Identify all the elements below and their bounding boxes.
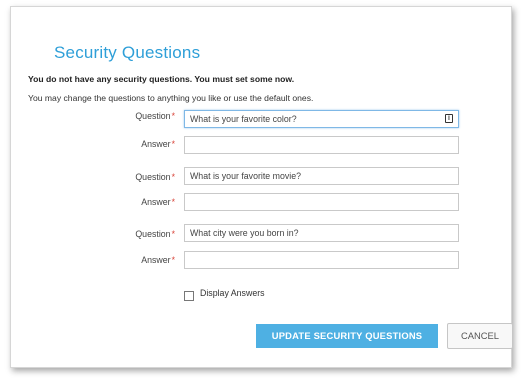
notice-text: You do not have any security questions. …: [28, 74, 295, 84]
question-label-text: Question: [135, 229, 171, 239]
question-2-input[interactable]: What is your favorite movie?: [184, 167, 459, 185]
answer-label-text: Answer: [141, 197, 171, 207]
required-marker: *: [171, 172, 175, 182]
question-2-value: What is your favorite movie?: [190, 171, 301, 181]
answer-label-text: Answer: [141, 255, 171, 265]
required-marker: *: [171, 229, 175, 239]
question-1-value: What is your favorite color?: [190, 114, 297, 124]
required-marker: *: [171, 111, 175, 121]
hint-text: You may change the questions to anything…: [28, 93, 314, 103]
answer-2-label: Answer*: [25, 197, 175, 207]
required-marker: *: [171, 197, 175, 207]
cancel-button[interactable]: CANCEL: [447, 323, 513, 349]
question-3-input[interactable]: What city were you born in?: [184, 224, 459, 242]
display-answers-checkbox[interactable]: [184, 291, 194, 301]
answer-2-input[interactable]: [184, 193, 459, 211]
answer-3-input[interactable]: [184, 251, 459, 269]
text-cursor-icon: I: [445, 114, 453, 123]
page-title: Security Questions: [54, 43, 201, 62]
question-label-text: Question: [135, 111, 171, 121]
question-2-label: Question*: [25, 172, 175, 182]
required-marker: *: [171, 139, 175, 149]
question-1-input[interactable]: What is your favorite color? I: [184, 110, 459, 128]
display-answers-label[interactable]: Display Answers: [200, 288, 265, 298]
required-marker: *: [171, 255, 175, 265]
answer-3-label: Answer*: [25, 255, 175, 265]
question-3-label: Question*: [25, 229, 175, 239]
answer-label-text: Answer: [141, 139, 171, 149]
question-label-text: Question: [135, 172, 171, 182]
question-1-label: Question*: [25, 111, 175, 121]
update-security-questions-button[interactable]: UPDATE SECURITY QUESTIONS: [256, 324, 438, 348]
answer-1-input[interactable]: [184, 136, 459, 154]
answer-1-label: Answer*: [25, 139, 175, 149]
security-questions-panel: Security Questions You do not have any s…: [10, 6, 513, 368]
question-3-value: What city were you born in?: [190, 228, 299, 238]
